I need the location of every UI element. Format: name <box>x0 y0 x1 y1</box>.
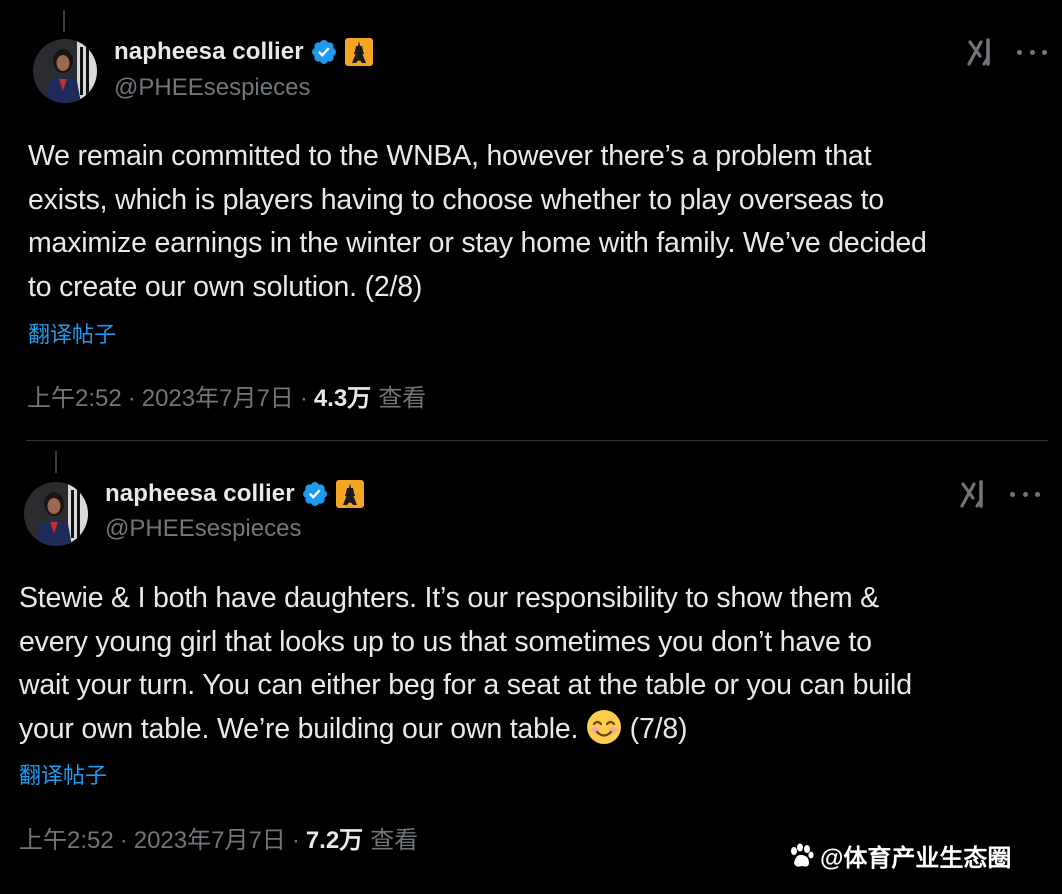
tweet-time[interactable]: 上午2:52 <box>19 820 114 855</box>
tweet-text-main: Stewie & I both have daughters. It’s our… <box>19 582 912 745</box>
smiling-face-with-smiling-eyes-emoji <box>586 709 621 744</box>
eiffel-tower-icon[interactable] <box>344 38 373 66</box>
views-count[interactable]: 4.3万 <box>314 378 371 413</box>
translate-post-link[interactable]: 翻译帖子 <box>28 317 116 349</box>
views-label[interactable]: 查看 <box>378 378 426 413</box>
grok-icon[interactable] <box>959 478 991 510</box>
tweet-date[interactable]: 2023年7月7日 <box>142 378 294 413</box>
more-options-icon[interactable] <box>1017 37 1047 67</box>
translate-post-link[interactable]: 翻译帖子 <box>19 758 107 790</box>
author-name-row[interactable]: napheesa collier <box>105 478 364 510</box>
verified-badge-icon <box>302 482 327 506</box>
views-label[interactable]: 查看 <box>370 820 418 855</box>
views-count[interactable]: 7.2万 <box>306 820 363 855</box>
eiffel-tower-icon[interactable] <box>335 480 364 508</box>
tweet-text: We remain committed to the WNBA, however… <box>28 140 927 303</box>
author-handle[interactable]: @PHEEsespieces <box>114 74 310 102</box>
paw-icon <box>791 843 814 867</box>
source-watermark: @体育产业生态圈 <box>786 838 1011 873</box>
author-display-name[interactable]: napheesa collier <box>114 38 304 66</box>
avatar[interactable] <box>24 482 88 546</box>
tweet-date[interactable]: 2023年7月7日 <box>134 820 286 855</box>
tweet-meta-row: 上午2:52 · 2023年7月7日 · 4.3万 查看 <box>27 378 426 413</box>
more-options-icon[interactable] <box>1010 479 1040 509</box>
verified-badge-icon <box>311 40 336 64</box>
avatar[interactable] <box>33 39 97 103</box>
thread-connector-line <box>55 451 57 473</box>
watermark-text: @体育产业生态圈 <box>820 845 1012 872</box>
grok-icon[interactable] <box>966 36 998 68</box>
tweet-2[interactable]: napheesa collier @PHEEsespieces Stewie &… <box>0 441 1062 894</box>
thread-connector-line <box>63 10 65 32</box>
author-handle[interactable]: @PHEEsespieces <box>105 515 301 543</box>
tweet-time[interactable]: 上午2:52 <box>27 378 122 413</box>
meta-separator: · <box>119 827 128 854</box>
meta-separator: · <box>299 385 308 412</box>
meta-separator: · <box>127 385 136 412</box>
tweet-text-thread-count: (7/8) <box>621 712 688 745</box>
meta-separator: · <box>291 827 300 854</box>
tweet-text: Stewie & I both have daughters. It’s our… <box>19 577 1049 751</box>
tweet-1[interactable]: napheesa collier @PHEEsespieces We remai… <box>0 0 1062 440</box>
tweet-meta-row: 上午2:52 · 2023年7月7日 · 7.2万 查看 <box>19 820 418 855</box>
author-display-name[interactable]: napheesa collier <box>105 480 295 508</box>
author-name-row[interactable]: napheesa collier <box>114 36 373 68</box>
